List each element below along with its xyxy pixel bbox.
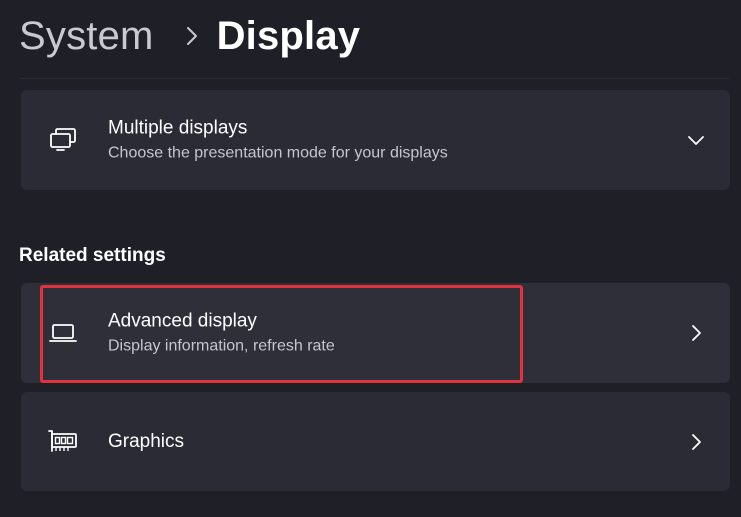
advanced-display-text: Advanced display Display information, re… xyxy=(108,310,335,357)
advanced-display-subtitle: Display information, refresh rate xyxy=(108,337,335,355)
breadcrumb: System Display xyxy=(19,8,360,64)
header-divider xyxy=(20,78,729,79)
graphics-text: Graphics xyxy=(108,430,184,454)
chevron-right-icon[interactable] xyxy=(684,430,708,454)
graphics-card-icon xyxy=(47,426,79,458)
chevron-right-icon[interactable] xyxy=(684,321,708,345)
multiple-displays-title: Multiple displays xyxy=(108,117,248,139)
multiple-displays-card[interactable]: Multiple displays Choose the presentatio… xyxy=(21,90,730,190)
multiple-displays-text: Multiple displays Choose the presentatio… xyxy=(108,117,448,164)
multiple-displays-subtitle: Choose the presentation mode for your di… xyxy=(108,144,448,162)
graphics-card[interactable]: Graphics xyxy=(21,392,730,491)
chevron-right-icon xyxy=(172,26,212,46)
chevron-down-icon[interactable] xyxy=(684,128,708,152)
graphics-title: Graphics xyxy=(108,430,185,452)
related-settings-heading: Related settings xyxy=(19,245,166,266)
page-title: Display xyxy=(216,13,361,58)
advanced-display-title: Advanced display xyxy=(108,310,257,332)
breadcrumb-system-link[interactable]: System xyxy=(19,14,154,59)
laptop-icon xyxy=(47,317,79,349)
multiple-monitors-icon xyxy=(47,124,79,156)
advanced-display-card[interactable]: Advanced display Display information, re… xyxy=(21,283,730,383)
